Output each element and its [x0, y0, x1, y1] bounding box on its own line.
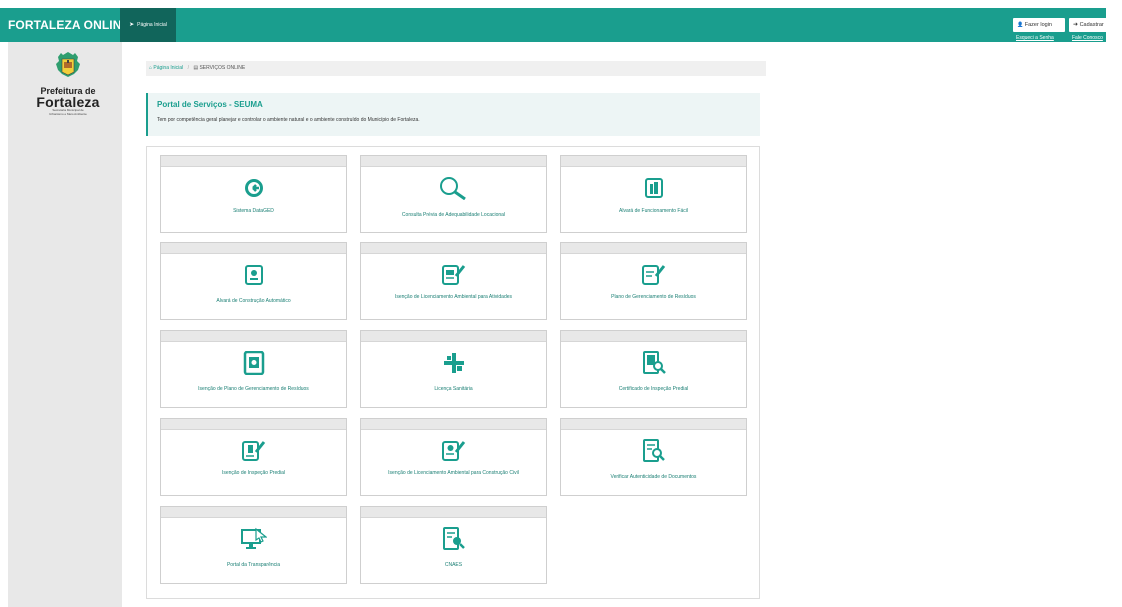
list-search-icon [438, 526, 470, 552]
monitor-cursor-icon [238, 526, 270, 552]
worker-document-icon [438, 438, 470, 464]
card-header [361, 156, 546, 167]
sidebar: Prefeitura de Fortaleza Secretaria Munic… [8, 42, 122, 607]
service-label: Isenção de Licenciamento Ambiental para … [394, 294, 513, 300]
building-document-icon [238, 438, 270, 464]
service-card[interactable]: Sistema DataGED [160, 155, 347, 233]
logo-line4: Urbanismo e Meio Ambiente [49, 111, 87, 116]
service-label: Isenção de Licenciamento Ambiental para … [388, 470, 519, 476]
service-label: Alvará de Funcionamento Fácil [619, 208, 688, 214]
portal-info-box: Portal de Serviços - SEUMA Tem por compe… [146, 93, 760, 136]
arrow-right-icon: ➜ [1073, 22, 1079, 28]
service-label: Consulta Prévia de Adequabilidade Locaci… [401, 212, 506, 218]
service-card[interactable]: Plano de Gerenciamento de Resíduos [560, 242, 747, 320]
portal-description: Tem por competência geral planejar e con… [157, 117, 420, 123]
card-header [561, 156, 746, 167]
services-grid: Sistema DataGED Consulta Prévia de Adequ… [146, 146, 760, 599]
card-header [361, 331, 546, 342]
service-card[interactable]: Licença Sanitária [360, 330, 547, 408]
building-search-icon [638, 350, 670, 376]
document-search-icon [638, 438, 670, 464]
document-pencil-icon [638, 262, 670, 288]
service-card[interactable]: Isenção de Licenciamento Ambiental para … [360, 242, 547, 320]
forgot-password-link[interactable]: Esqueci a Senha [1016, 35, 1054, 41]
service-label: Isenção de Inspeção Predial [221, 470, 286, 476]
service-card[interactable]: Portal da Transparência [160, 506, 347, 584]
card-header [361, 243, 546, 254]
city-coat-of-arms-icon [56, 52, 80, 77]
service-label: Isenção de Plano de Gerenciamento de Res… [198, 386, 309, 392]
breadcrumb-home-link[interactable]: Página Inicial [153, 65, 183, 71]
city-logo[interactable]: Prefeitura de Fortaleza Secretaria Munic… [33, 51, 103, 116]
home-tab[interactable]: ➤ Página Inicial [120, 8, 176, 42]
document-signature-icon [438, 262, 470, 288]
service-card[interactable]: CNAES [360, 506, 547, 584]
register-label: Cadastrar [1079, 22, 1104, 28]
breadcrumb: ⌂ Página Inicial / ▤ SERVIÇOS ONLINE [146, 61, 766, 76]
login-button[interactable]: 👤 Fazer login [1013, 18, 1065, 32]
service-label: Sistema DataGED [233, 208, 274, 214]
service-label: Alvará de Construção Automático [216, 298, 291, 304]
brand-title[interactable]: FORTALEZA ONLINE [8, 8, 130, 42]
card-header [361, 419, 546, 430]
card-header [161, 419, 346, 430]
service-label: Licença Sanitária [434, 386, 473, 392]
service-card[interactable]: Consulta Prévia de Adequabilidade Locaci… [360, 155, 547, 233]
login-label: Fazer login [1024, 22, 1052, 28]
register-button[interactable]: ➜ Cadastrar [1069, 18, 1109, 32]
service-card[interactable]: Isenção de Inspeção Predial [160, 418, 347, 496]
service-card[interactable]: Isenção de Plano de Gerenciamento de Res… [160, 330, 347, 408]
service-label: Certificado de Inspeção Predial [618, 386, 689, 392]
card-header [561, 331, 746, 342]
user-icon: 👤 [1017, 22, 1024, 28]
datagged-icon [238, 175, 270, 201]
magnifier-icon [438, 175, 470, 201]
service-label: Verificar Autenticidade de Documentos [610, 474, 697, 480]
card-header [161, 156, 346, 167]
top-navbar: FORTALEZA ONLINE ➤ Página Inicial 👤 Fazer… [0, 8, 1109, 42]
recycle-document-icon [238, 350, 270, 376]
portal-title: Portal de Serviços - SEUMA [157, 100, 263, 109]
service-label: Plano de Gerenciamento de Resíduos [611, 294, 696, 300]
card-header [161, 507, 346, 518]
home-icon: ⌂ [149, 65, 153, 71]
breadcrumb-separator: / [187, 65, 189, 71]
service-card[interactable]: Alvará de Construção Automático [160, 242, 347, 320]
service-card[interactable]: Alvará de Funcionamento Fácil [560, 155, 747, 233]
health-cross-icon [438, 350, 470, 376]
location-arrow-icon: ➤ [129, 22, 135, 28]
service-label: CNAES [444, 562, 463, 568]
breadcrumb-current: SERVIÇOS ONLINE [199, 65, 246, 71]
card-header [561, 243, 746, 254]
service-card[interactable]: Certificado de Inspeção Predial [560, 330, 747, 408]
card-header [161, 331, 346, 342]
contact-link[interactable]: Fale Conosco [1072, 35, 1103, 41]
service-card[interactable]: Verificar Autenticidade de Documentos [560, 418, 747, 496]
card-header [561, 419, 746, 430]
construction-certificate-icon [238, 262, 270, 288]
service-label: Portal da Transparência [226, 562, 281, 568]
service-card[interactable]: Isenção de Licenciamento Ambiental para … [360, 418, 547, 496]
home-tab-label: Página Inicial [137, 22, 167, 28]
card-header [161, 243, 346, 254]
card-header [361, 507, 546, 518]
grid-icon: ▤ [193, 65, 199, 71]
building-certificate-icon [638, 175, 670, 201]
